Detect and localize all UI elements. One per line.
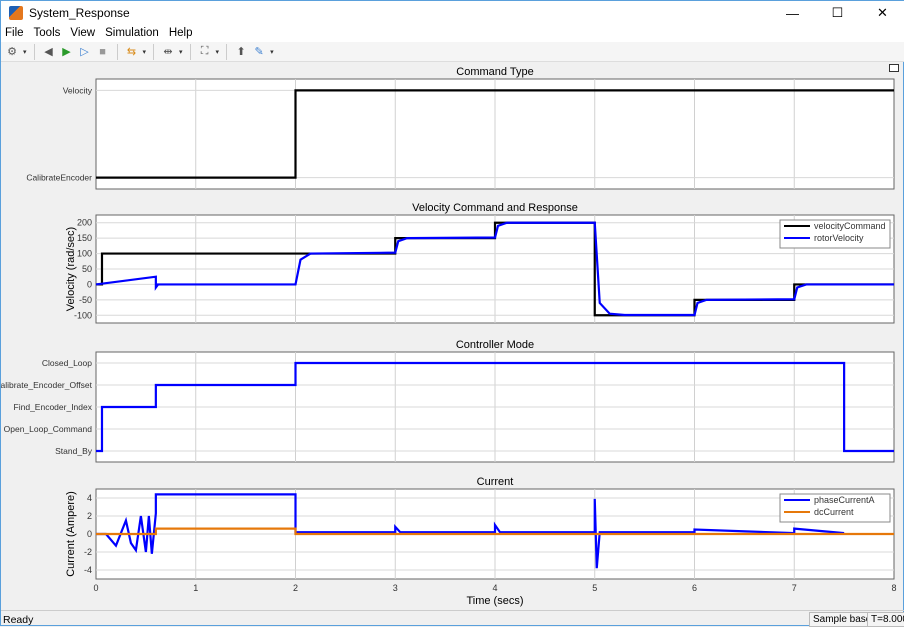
gear-icon[interactable]: ⚙ bbox=[5, 45, 19, 59]
minimize-button[interactable]: — bbox=[770, 1, 815, 25]
x-tick-label: 7 bbox=[792, 583, 797, 593]
matlab-logo-icon bbox=[9, 6, 23, 20]
y-tick-label: 150 bbox=[77, 233, 92, 243]
x-tick-label: 2 bbox=[293, 583, 298, 593]
y-tick-label: 0 bbox=[87, 529, 92, 539]
axes-1: Velocity Command and Response-100-500501… bbox=[65, 202, 895, 324]
x-tick-label: 0 bbox=[93, 583, 98, 593]
y-tick-label: Closed_Loop bbox=[42, 358, 92, 368]
style-icon[interactable]: ✎ bbox=[252, 45, 266, 59]
x-tick-label: 1 bbox=[193, 583, 198, 593]
x-tick-label: 3 bbox=[393, 583, 398, 593]
title-bar: System_Response — ☐ ✕ bbox=[1, 1, 904, 25]
y-tick-label: Find_Encoder_Index bbox=[14, 402, 93, 412]
y-axis-label: Velocity (rad/sec) bbox=[65, 227, 77, 311]
separator bbox=[189, 43, 191, 60]
legend-label: dcCurrent bbox=[814, 507, 854, 517]
fit-icon[interactable]: ⛶ bbox=[198, 45, 212, 59]
run-icon[interactable]: ▶ bbox=[60, 45, 74, 59]
y-tick-label: Open_Loop_Command bbox=[4, 424, 93, 434]
y-tick-label: 2 bbox=[87, 511, 92, 521]
step-forward-icon[interactable]: ▷ bbox=[78, 45, 92, 59]
axes-title: Current bbox=[477, 476, 514, 488]
highlight-icon[interactable]: ⇆ bbox=[125, 45, 139, 59]
axes-title: Velocity Command and Response bbox=[412, 202, 578, 214]
status-ready: Ready bbox=[3, 614, 34, 626]
axes-title: Command Type bbox=[456, 66, 533, 78]
stop-icon[interactable]: ■ bbox=[96, 45, 110, 59]
zoom-dropdown[interactable]: ▾ bbox=[179, 48, 183, 56]
axes-3: Current -4 -2 0 2 4 Current (Ampere) 0 1 2 3 4 5 6 7 8 T… bbox=[65, 476, 897, 607]
y-tick-label: 100 bbox=[77, 249, 92, 259]
legend-label: rotorVelocity bbox=[814, 233, 864, 243]
y-tick-label: -50 bbox=[79, 295, 92, 305]
scope-plots: Command Type CalibrateEncoder Velocity Velo… bbox=[1, 66, 897, 607]
y-tick-label: 50 bbox=[82, 264, 92, 274]
axes-2: Controller Mode Stand_By Open_Loop_Command… bbox=[1, 339, 895, 463]
separator bbox=[153, 43, 155, 60]
y-tick-label: -2 bbox=[84, 547, 92, 557]
menu-file[interactable]: File bbox=[5, 25, 24, 42]
cursor-icon[interactable]: ⬆ bbox=[234, 45, 248, 59]
zoom-icon[interactable]: ⇹ bbox=[161, 45, 175, 59]
gear-dropdown[interactable]: ▾ bbox=[23, 48, 27, 56]
y-tick-label: Velocity bbox=[63, 85, 93, 95]
legend-label: phaseCurrentA bbox=[814, 495, 875, 505]
y-tick-label: 0 bbox=[87, 279, 92, 289]
y-tick-label: Stand_By bbox=[55, 446, 93, 456]
menu-help[interactable]: Help bbox=[169, 25, 193, 42]
x-tick-label: 5 bbox=[592, 583, 597, 593]
style-dropdown[interactable]: ▾ bbox=[270, 48, 274, 56]
x-tick-label: 4 bbox=[492, 583, 497, 593]
toolbar: ⚙ ▾ ◀ ▶ ▷ ■ ⇆ ▾ ⇹ ▾ ⛶ ▾ ⬆ ✎ ▾ bbox=[1, 42, 904, 62]
y-tick-label: CalibrateEncoder bbox=[26, 173, 92, 183]
close-button[interactable]: ✕ bbox=[860, 1, 904, 25]
x-axis-label: Time (secs) bbox=[466, 595, 523, 607]
step-back-icon[interactable]: ◀ bbox=[42, 45, 56, 59]
axes-0: Command Type CalibrateEncoder Velocity bbox=[26, 66, 895, 190]
y-tick-label: 4 bbox=[87, 493, 92, 503]
y-axis-label: Current (Ampere) bbox=[65, 491, 77, 577]
x-tick-label: 8 bbox=[891, 583, 896, 593]
legend-label: velocityCommand bbox=[814, 221, 886, 231]
axes-title: Controller Mode bbox=[456, 339, 534, 351]
maximize-button[interactable]: ☐ bbox=[815, 1, 860, 25]
separator bbox=[33, 43, 35, 60]
status-bar: Ready Sample based T=8.000 bbox=[1, 610, 904, 627]
menu-view[interactable]: View bbox=[70, 25, 95, 42]
separator bbox=[226, 43, 228, 60]
y-tick-label: 200 bbox=[77, 218, 92, 228]
y-tick-label: -4 bbox=[84, 565, 92, 575]
menu-bar: File Tools View Simulation Help bbox=[1, 25, 904, 42]
y-tick-label: Calibrate_Encoder_Offset bbox=[1, 380, 93, 390]
x-tick-label: 6 bbox=[692, 583, 697, 593]
menu-tools[interactable]: Tools bbox=[34, 25, 61, 42]
separator bbox=[116, 43, 118, 60]
window-title: System_Response bbox=[29, 6, 130, 20]
fit-dropdown[interactable]: ▾ bbox=[216, 48, 220, 56]
sim-time: T=8.000 bbox=[867, 612, 904, 627]
menu-simulation[interactable]: Simulation bbox=[105, 25, 159, 42]
highlight-dropdown[interactable]: ▾ bbox=[143, 48, 147, 56]
